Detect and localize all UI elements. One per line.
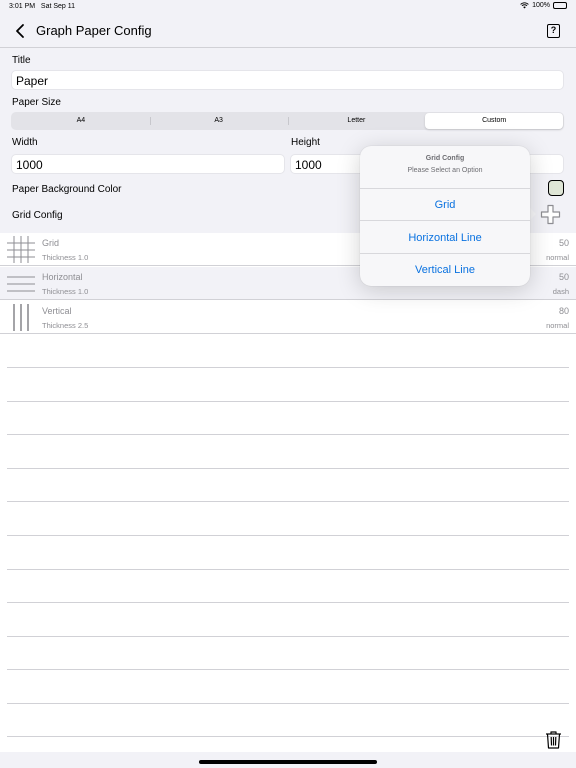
list-item-thickness: Thickness 1.0 bbox=[42, 253, 89, 262]
status-time-label: 3:01 PM bbox=[9, 3, 36, 10]
empty-row-separator bbox=[7, 669, 569, 670]
trash-icon[interactable] bbox=[545, 730, 562, 749]
title-label: Title bbox=[12, 55, 31, 66]
list-item-title: Vertical bbox=[42, 306, 72, 316]
status-time: 3:01 PM Sat Sep 11 bbox=[9, 3, 75, 10]
popover-message: Please Select an Option bbox=[407, 167, 483, 174]
vertical-lines-icon bbox=[13, 304, 29, 331]
popover-header: Grid Config Please Select an Option bbox=[360, 146, 530, 189]
paper-size-segmented-control: A4 A3 Letter Custom bbox=[11, 112, 564, 130]
empty-row-separator bbox=[7, 501, 569, 502]
title-field[interactable]: Paper bbox=[11, 70, 564, 90]
page-title: Graph Paper Config bbox=[36, 23, 152, 38]
help-button[interactable]: ? bbox=[547, 24, 560, 38]
segment-custom[interactable]: Custom bbox=[425, 113, 563, 129]
list-item-style: normal bbox=[546, 253, 569, 262]
chevron-left-icon[interactable] bbox=[13, 23, 27, 39]
empty-row-separator bbox=[7, 636, 569, 637]
list-item-value: 50 bbox=[558, 272, 569, 282]
option-vertical-line[interactable]: Vertical Line bbox=[360, 254, 530, 286]
nav-bar: Graph Paper Config ? bbox=[0, 14, 576, 48]
grid-config-label: Grid Config bbox=[12, 210, 63, 221]
height-label: Height bbox=[291, 137, 320, 148]
battery-icon bbox=[553, 2, 567, 9]
grid-lines-icon bbox=[7, 236, 35, 263]
option-horizontal-line[interactable]: Horizontal Line bbox=[360, 222, 530, 254]
segment-a3[interactable]: A3 bbox=[149, 113, 288, 129]
segment-a4[interactable]: A4 bbox=[12, 113, 150, 129]
list-item-thickness: Thickness 1.0 bbox=[42, 287, 89, 296]
list-item-vertical[interactable]: Vertical Thickness 2.5 80 normal bbox=[0, 301, 576, 334]
empty-row-separator bbox=[7, 401, 569, 402]
empty-row-separator bbox=[7, 569, 569, 570]
width-field[interactable]: 1000 bbox=[11, 154, 285, 174]
bg-color-swatch[interactable] bbox=[548, 180, 564, 196]
grid-config-popover: Grid Config Please Select an Option Grid… bbox=[360, 146, 530, 286]
empty-row-separator bbox=[7, 602, 569, 603]
list-item-title: Horizontal bbox=[42, 272, 83, 282]
empty-row-separator bbox=[7, 367, 569, 368]
wifi-icon bbox=[520, 2, 529, 9]
list-item-value: 50 bbox=[558, 238, 569, 248]
empty-row-separator bbox=[7, 703, 569, 704]
empty-row-separator bbox=[7, 468, 569, 469]
option-grid[interactable]: Grid bbox=[360, 189, 530, 221]
battery-percent: 100% bbox=[532, 2, 550, 9]
horizontal-lines-icon bbox=[7, 276, 35, 292]
width-label: Width bbox=[12, 137, 38, 148]
status-date-label: Sat Sep 11 bbox=[40, 3, 76, 10]
list-item-value: 80 bbox=[558, 306, 569, 316]
bg-color-label: Paper Background Color bbox=[12, 184, 122, 195]
popover-title: Grid Config bbox=[425, 155, 465, 162]
empty-row-separator bbox=[7, 736, 569, 737]
list-item-style: normal bbox=[546, 321, 569, 330]
status-bar: 3:01 PM Sat Sep 11 100% bbox=[0, 0, 576, 14]
grid-config-list: Grid Thickness 1.0 50 normal Horizontal … bbox=[0, 233, 576, 752]
list-item-style: dash bbox=[552, 287, 569, 296]
paper-size-label: Paper Size bbox=[12, 97, 61, 108]
plus-icon[interactable] bbox=[540, 204, 561, 225]
empty-row-separator bbox=[7, 535, 569, 536]
list-item-title: Grid bbox=[42, 238, 60, 248]
status-right: 100% bbox=[520, 2, 567, 9]
empty-row-separator bbox=[7, 434, 569, 435]
segment-letter[interactable]: Letter bbox=[287, 113, 426, 129]
home-indicator bbox=[199, 760, 377, 764]
list-item-thickness: Thickness 2.5 bbox=[42, 321, 89, 330]
